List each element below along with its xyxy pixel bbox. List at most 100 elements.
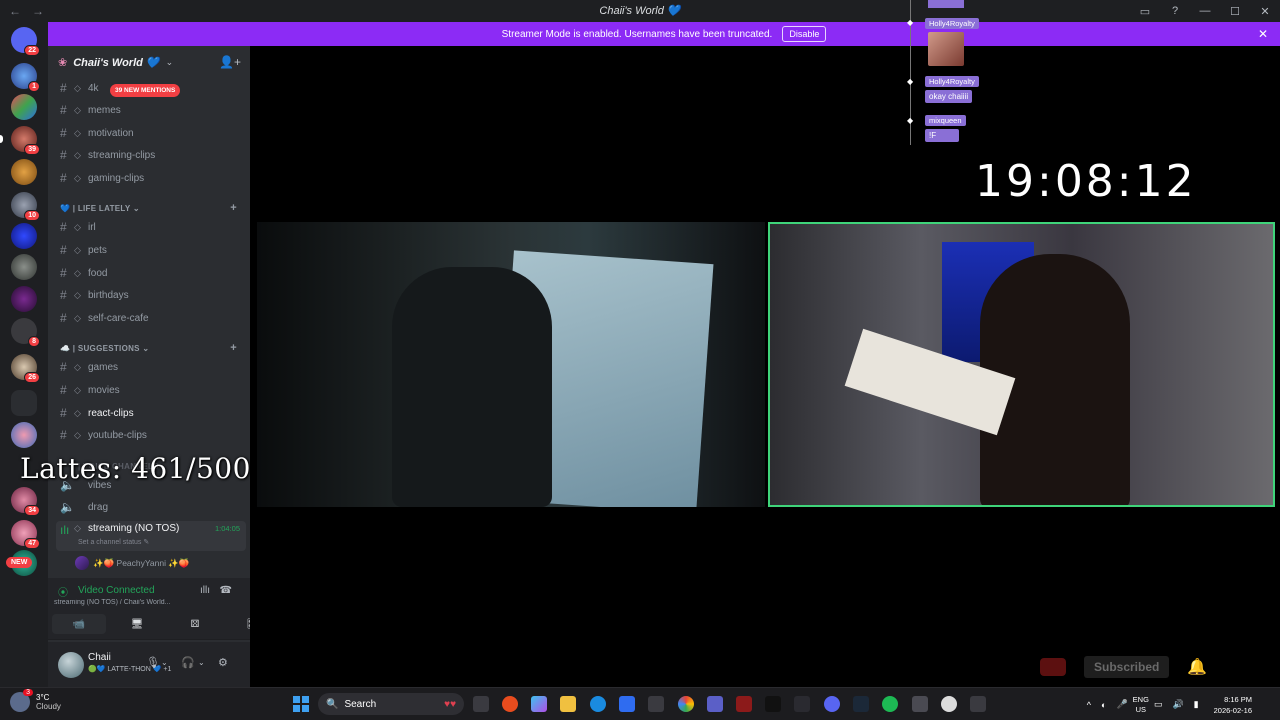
server-icon[interactable]: 34 xyxy=(11,487,40,516)
obs-icon[interactable] xyxy=(941,696,957,712)
gear-icon[interactable]: ⚙ xyxy=(218,656,228,669)
server-icon[interactable] xyxy=(11,254,37,280)
server-icon[interactable] xyxy=(11,422,37,448)
spotify-icon[interactable] xyxy=(882,696,898,712)
network-icon[interactable]: ▭ xyxy=(1154,699,1163,710)
maximize-icon[interactable]: ☐ xyxy=(1220,0,1250,22)
avatar xyxy=(75,556,89,570)
app-icon[interactable] xyxy=(619,696,635,712)
discord-icon[interactable] xyxy=(824,696,840,712)
chevron-down-icon[interactable]: ⌄ xyxy=(198,658,205,667)
diamond-icon: ◇ xyxy=(74,384,81,395)
server-icon[interactable] xyxy=(11,159,37,185)
chrome-icon[interactable] xyxy=(678,696,694,712)
chat-username: Holly4Royalty xyxy=(925,18,979,29)
voice-user[interactable]: ✨🍑 PeachyYanni ✨🍑 xyxy=(75,556,190,570)
headphones-icon[interactable]: 🎧 xyxy=(181,656,195,669)
language-indicator[interactable]: ENG US xyxy=(1133,695,1149,715)
voice-timer: 1:04:05 xyxy=(214,524,240,533)
channel-motivation[interactable]: # ◇ motivation xyxy=(56,124,246,142)
app-icon[interactable] xyxy=(970,696,986,712)
chevron-up-icon[interactable]: ^ xyxy=(1087,700,1091,710)
brave-icon[interactable] xyxy=(502,696,518,712)
activities-button[interactable]: ⚄ xyxy=(168,614,222,634)
taskbar-clock[interactable]: 8:16 PM 2026-02-16 xyxy=(1214,694,1252,716)
server-icon[interactable]: 47 xyxy=(11,520,40,549)
server-icon[interactable] xyxy=(11,94,37,120)
weather-widget[interactable]: 3 3°C Cloudy xyxy=(10,689,61,712)
hash-icon: # xyxy=(60,288,67,302)
app-icon[interactable] xyxy=(794,696,810,712)
channel-status[interactable]: Set a channel status ✎ xyxy=(78,538,149,546)
disconnect-icon[interactable]: ☎ xyxy=(220,585,232,596)
weather-icon: 3 xyxy=(10,689,33,712)
chevron-down-icon[interactable]: ⌄ xyxy=(161,658,168,667)
screen-share-button[interactable]: 🖥 xyxy=(110,614,164,634)
folder-icon[interactable] xyxy=(11,390,37,416)
guild-name: Chaii's World 💙 xyxy=(73,56,160,69)
avatar[interactable] xyxy=(58,652,84,678)
channel-birthdays[interactable]: # ◇ birthdays xyxy=(56,286,246,304)
channel-self-care-cafe[interactable]: # ◇ self-care-cafe xyxy=(56,309,246,327)
task-view-icon[interactable] xyxy=(473,696,489,712)
hash-icon: # xyxy=(60,266,67,280)
server-icon[interactable] xyxy=(11,223,37,249)
teams-icon[interactable] xyxy=(707,696,723,712)
server-icon-active[interactable]: 39 xyxy=(0,126,40,155)
guild-icon: ❀ xyxy=(58,56,68,69)
disable-button[interactable]: Disable xyxy=(782,26,827,42)
channel-food[interactable]: # ◇ food xyxy=(56,264,246,282)
voice-channel-streaming[interactable]: ılı ◇ streaming (NO TOS) 1:04:05 Set a cha… xyxy=(56,521,246,551)
battery-icon[interactable]: ▮ xyxy=(1194,699,1199,710)
server-icon[interactable] xyxy=(11,286,37,312)
server-icon[interactable]: 10 xyxy=(11,192,40,221)
camera-button[interactable]: 📹 xyxy=(52,614,106,634)
microphone-icon[interactable]: 🎤 xyxy=(1116,699,1127,710)
new-badge[interactable]: NEW xyxy=(6,557,33,568)
copilot-icon[interactable] xyxy=(531,696,547,712)
invite-icon[interactable]: 👤+ xyxy=(219,55,241,69)
app-icon[interactable] xyxy=(912,696,928,712)
tray-app-icon[interactable]: ◐ xyxy=(1101,700,1106,710)
volume-icon[interactable]: 🔊 xyxy=(1172,699,1183,710)
noise-suppression-icon[interactable]: ıllı xyxy=(200,585,210,596)
guild-header[interactable]: ❀ Chaii's World 💙 ⌄ 👤+ xyxy=(48,46,250,78)
tiktok-icon[interactable] xyxy=(765,696,781,712)
channel-games[interactable]: # ◇ games xyxy=(56,358,246,376)
channel-react-clips[interactable]: # ◇ react-clips xyxy=(56,404,246,422)
server-icon[interactable]: 26 xyxy=(11,354,40,383)
discord-window: ← → Chaii's World 💙 ▭ ? — ☐ ✕ 22 1 39 10… xyxy=(0,0,1280,720)
inbox-icon[interactable]: ▭ xyxy=(1130,0,1160,22)
taskbar-search[interactable]: 🔍 Search ♥♥ xyxy=(318,693,464,715)
new-mentions-pill[interactable]: 39 NEW MENTIONS xyxy=(110,84,181,97)
chat-image xyxy=(928,32,964,66)
minimize-icon[interactable]: — xyxy=(1190,0,1220,22)
add-channel-icon[interactable]: + xyxy=(230,342,237,354)
discord-home-icon[interactable]: 22 xyxy=(11,27,40,56)
subscribe-overlay: Subscribed 🔔 xyxy=(1040,656,1207,678)
help-icon[interactable]: ? xyxy=(1160,0,1190,22)
server-icon[interactable]: 1 xyxy=(11,63,40,92)
channel-pets[interactable]: # ◇ pets xyxy=(56,241,246,259)
app-icon[interactable] xyxy=(736,696,752,712)
steam-icon[interactable] xyxy=(853,696,869,712)
category-suggestions[interactable]: ☁️ | SUGGESTIONS ⌄ + xyxy=(60,341,245,355)
category-life-lately[interactable]: 💙 | LIFE LATELY ⌄ + xyxy=(60,201,245,215)
close-icon[interactable]: ✕ xyxy=(1250,0,1280,22)
channel-youtube-clips[interactable]: # ◇ youtube-clips xyxy=(56,426,246,444)
channel-streaming-clips[interactable]: # ◇ streaming-clips xyxy=(56,146,246,164)
username: Chaii xyxy=(88,652,111,663)
channel-gaming-clips[interactable]: # ◇ gaming-clips xyxy=(56,169,246,187)
channel-irl[interactable]: # ◇ irl xyxy=(56,218,246,236)
channel-memes[interactable]: # ◇ memes xyxy=(56,101,246,119)
voice-channel-drag[interactable]: 🔈 drag xyxy=(56,498,246,516)
file-explorer-icon[interactable] xyxy=(560,696,576,712)
server-icon[interactable]: 8 xyxy=(11,318,40,347)
channel-movies[interactable]: # ◇ movies xyxy=(56,381,246,399)
add-channel-icon[interactable]: + xyxy=(230,202,237,214)
edge-icon[interactable] xyxy=(590,696,606,712)
banner-close-icon[interactable]: ✕ xyxy=(1258,27,1268,41)
store-icon[interactable] xyxy=(648,696,664,712)
windows-start-icon[interactable] xyxy=(293,696,309,712)
microphone-icon[interactable]: 🎙 xyxy=(146,656,160,669)
